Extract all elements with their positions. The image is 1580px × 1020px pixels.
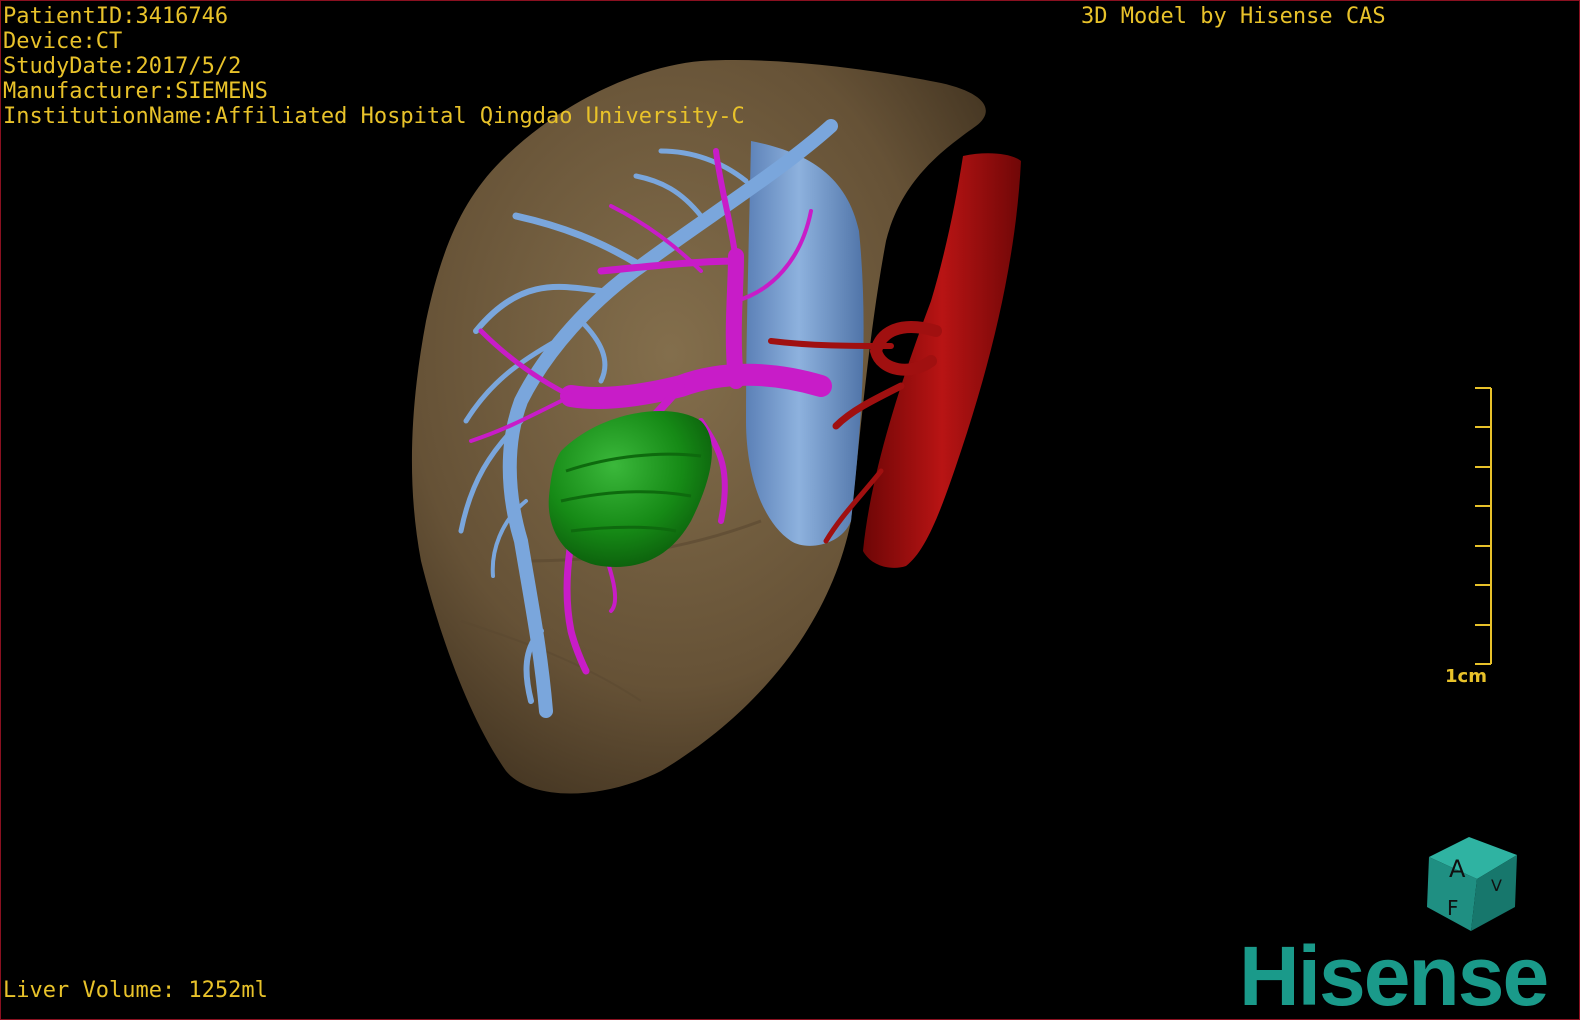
dicom-info-overlay: PatientID:3416746 Device:CT StudyDate:20… xyxy=(3,4,745,129)
cube-label-f: F xyxy=(1447,896,1459,920)
cube-label-v: V xyxy=(1491,876,1502,895)
liver-3d-model[interactable] xyxy=(1,1,1579,1019)
manufacturer: Manufacturer:SIEMENS xyxy=(3,79,268,104)
orientation-cube[interactable]: A F V xyxy=(1419,835,1523,935)
liver-volume: Liver Volume: 1252ml xyxy=(3,978,268,1003)
model-credit: 3D Model by Hisense CAS xyxy=(1081,4,1386,29)
study-date: StudyDate:2017/5/2 xyxy=(3,54,242,79)
scale-label: 1cm xyxy=(1445,666,1487,687)
3d-viewport[interactable]: PatientID:3416746 Device:CT StudyDate:20… xyxy=(0,0,1580,1020)
device: Device:CT xyxy=(3,29,123,54)
cube-label-a: A xyxy=(1449,855,1466,883)
patient-id: PatientID:3416746 xyxy=(3,4,229,29)
scale-bar xyxy=(1475,387,1492,665)
hisense-logo: Hisense xyxy=(1239,929,1549,1020)
institution-name: InstitutionName:Affiliated Hospital Qing… xyxy=(3,104,745,129)
